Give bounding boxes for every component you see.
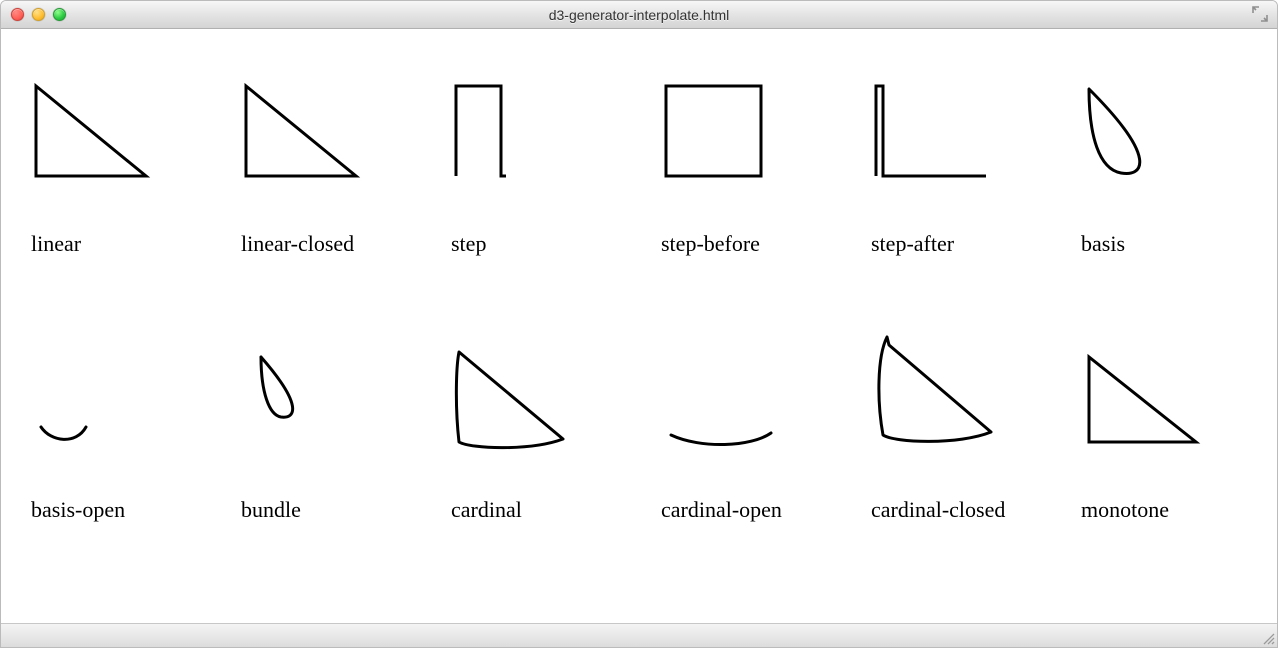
shape-monotone-icon bbox=[1081, 337, 1221, 447]
interpolation-label: step bbox=[451, 231, 486, 257]
interpolation-label: cardinal-open bbox=[661, 497, 782, 523]
shape-cardinal-closed-icon bbox=[871, 337, 1011, 447]
interpolation-label: cardinal-closed bbox=[871, 497, 1005, 523]
shape-cardinal-open-icon bbox=[661, 337, 801, 447]
shape-basis-open-icon bbox=[31, 337, 171, 447]
interpolation-label: linear-closed bbox=[241, 231, 354, 257]
interpolation-cell-basis: basis bbox=[1081, 71, 1221, 257]
interpolation-label: step-before bbox=[661, 231, 760, 257]
close-icon[interactable] bbox=[11, 8, 24, 21]
shape-linear-icon bbox=[31, 71, 171, 181]
shape-step-after-icon bbox=[871, 71, 1011, 181]
statusbar bbox=[1, 623, 1277, 647]
interpolation-cell-step-before: step-before bbox=[661, 71, 801, 257]
fullscreen-icon[interactable] bbox=[1251, 5, 1269, 23]
titlebar: d3-generator-interpolate.html bbox=[1, 1, 1277, 29]
interpolation-row: linear linear-closed step bbox=[31, 71, 1257, 257]
content: linear linear-closed step bbox=[1, 29, 1277, 623]
interpolation-cell-step: step bbox=[451, 71, 591, 257]
minimize-icon[interactable] bbox=[32, 8, 45, 21]
shape-bundle-icon bbox=[241, 337, 381, 447]
interpolation-label: basis bbox=[1081, 231, 1125, 257]
interpolation-cell-basis-open: basis-open bbox=[31, 337, 171, 523]
interpolation-label: basis-open bbox=[31, 497, 125, 523]
shape-basis-icon bbox=[1081, 71, 1221, 181]
interpolation-cell-step-after: step-after bbox=[871, 71, 1011, 257]
interpolation-cell-cardinal-open: cardinal-open bbox=[661, 337, 801, 523]
interpolation-row: basis-open bundle cardinal bbox=[31, 337, 1257, 523]
interpolation-cell-cardinal-closed: cardinal-closed bbox=[871, 337, 1011, 523]
traffic-lights bbox=[1, 8, 66, 21]
shape-step-before-icon bbox=[661, 71, 801, 181]
window: d3-generator-interpolate.html linear bbox=[0, 0, 1278, 648]
zoom-icon[interactable] bbox=[53, 8, 66, 21]
interpolation-label: monotone bbox=[1081, 497, 1169, 523]
interpolation-cell-cardinal: cardinal bbox=[451, 337, 591, 523]
resize-grip-icon[interactable] bbox=[1261, 631, 1275, 645]
shape-linear-closed-icon bbox=[241, 71, 381, 181]
shape-cardinal-icon bbox=[451, 337, 591, 447]
interpolation-label: bundle bbox=[241, 497, 301, 523]
interpolation-label: cardinal bbox=[451, 497, 522, 523]
interpolation-cell-linear-closed: linear-closed bbox=[241, 71, 381, 257]
interpolation-label: linear bbox=[31, 231, 81, 257]
window-title: d3-generator-interpolate.html bbox=[1, 7, 1277, 23]
interpolation-label: step-after bbox=[871, 231, 954, 257]
interpolation-cell-bundle: bundle bbox=[241, 337, 381, 523]
interpolation-cell-linear: linear bbox=[31, 71, 171, 257]
shape-step-icon bbox=[451, 71, 591, 181]
interpolation-cell-monotone: monotone bbox=[1081, 337, 1221, 523]
